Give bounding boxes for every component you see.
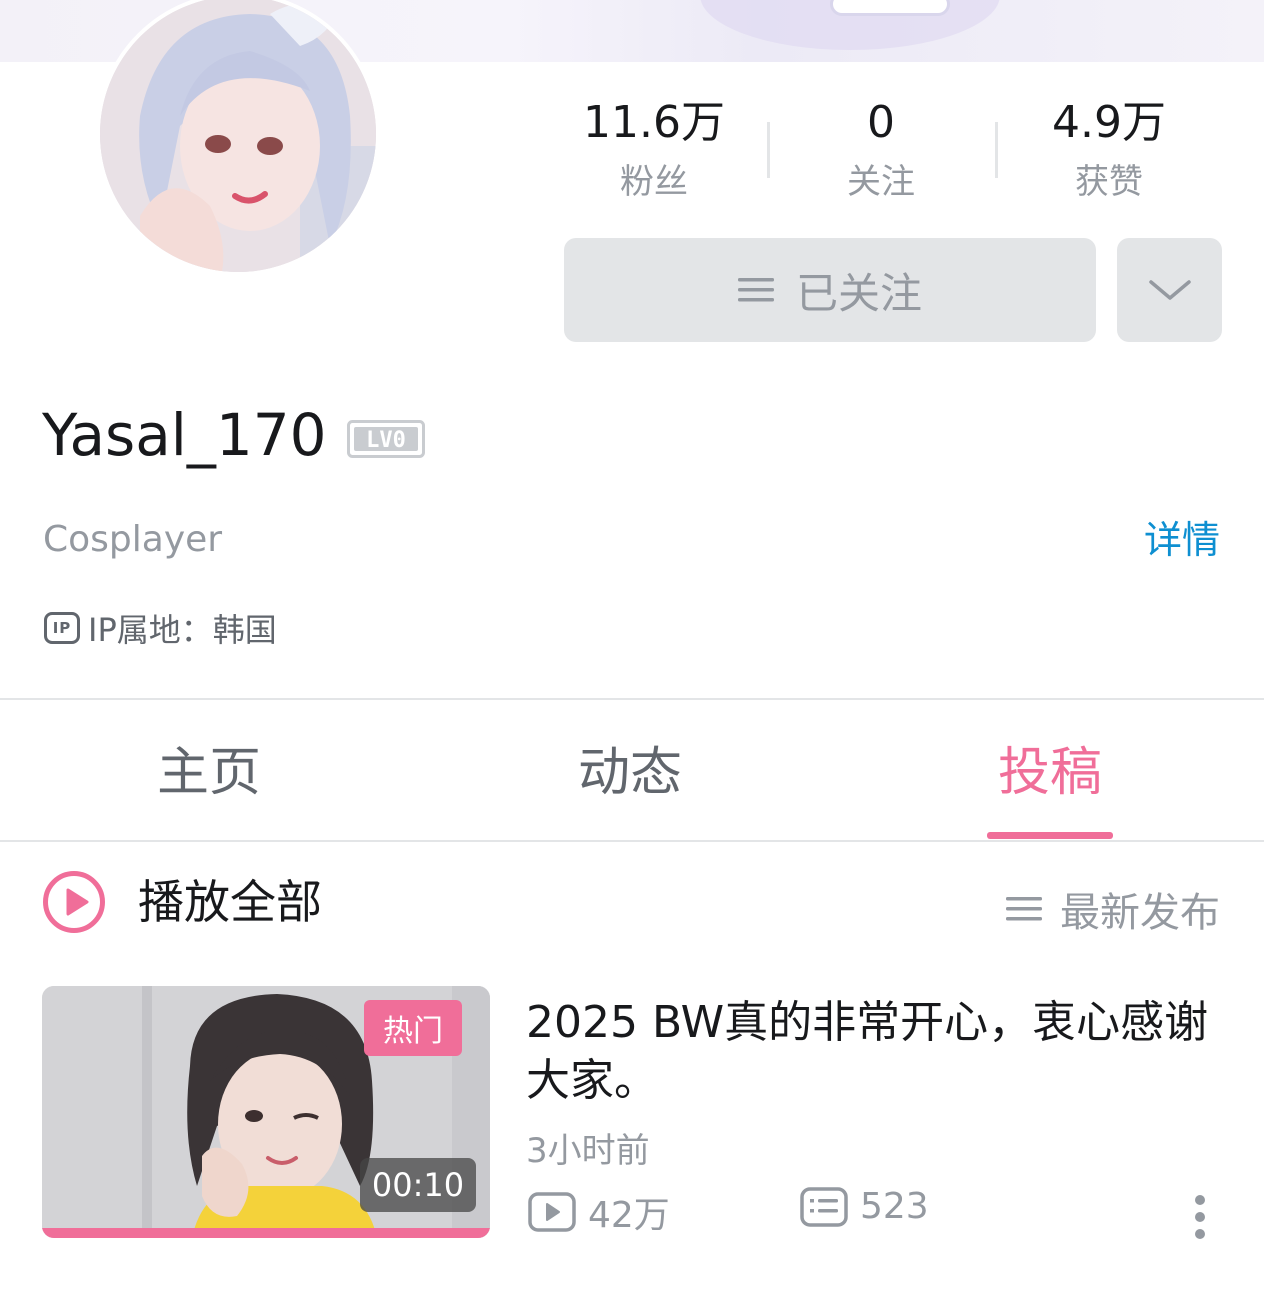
- followers-label: 粉丝: [620, 162, 688, 202]
- ip-location-row: IP IP属地：韩国: [44, 605, 277, 651]
- tabs-divider: [0, 840, 1264, 842]
- level-text: LV0: [366, 428, 406, 453]
- video-title[interactable]: 2025 BW真的非常开心，衷心感谢大家。: [526, 994, 1226, 1110]
- tab-home[interactable]: 主页: [89, 738, 329, 808]
- bio-text: Cosplayer: [43, 519, 223, 560]
- view-count: 42万: [528, 1186, 670, 1238]
- play-count-icon: [528, 1192, 576, 1232]
- followed-button[interactable]: 已关注: [564, 238, 1096, 342]
- video-thumbnail[interactable]: 热门 00:10: [42, 986, 490, 1238]
- watch-progress-bar: [42, 1228, 490, 1238]
- stat-likes[interactable]: 4.9万 获赞: [1009, 96, 1209, 206]
- ip-location-text: IP属地：韩国: [88, 611, 277, 649]
- tab-dynamics[interactable]: 动态: [510, 738, 750, 808]
- likes-count: 4.9万: [1052, 97, 1166, 148]
- menu-lines-icon: [737, 278, 774, 302]
- profile-page: 11.6万 粉丝 0 关注 4.9万 获赞 已关注 Yasal_170 LV0 …: [0, 0, 1264, 1289]
- username: Yasal_170: [42, 401, 327, 469]
- following-label: 关注: [847, 162, 915, 202]
- likes-label: 获赞: [1075, 162, 1143, 202]
- video-duration: 00:10: [360, 1158, 476, 1212]
- detail-link[interactable]: 详情: [1144, 516, 1220, 564]
- avatar[interactable]: [96, 0, 380, 276]
- stat-divider: [995, 122, 998, 178]
- play-all-icon[interactable]: [42, 870, 106, 934]
- more-vertical-icon[interactable]: [1190, 1192, 1210, 1242]
- active-tab-indicator: [987, 832, 1113, 839]
- chevron-down-icon: [1148, 280, 1191, 300]
- ip-icon: IP: [44, 612, 80, 644]
- following-count: 0: [867, 97, 895, 148]
- sort-label: 最新发布: [1060, 890, 1220, 936]
- stat-followers[interactable]: 11.6万 粉丝: [554, 96, 754, 206]
- more-options-button[interactable]: [1117, 238, 1222, 342]
- section-divider: [0, 698, 1264, 700]
- sort-button[interactable]: 最新发布: [1006, 880, 1220, 938]
- stat-following[interactable]: 0 关注: [781, 96, 981, 206]
- view-count-text: 42万: [588, 1195, 670, 1236]
- stat-divider: [767, 122, 770, 178]
- avatar-image: [100, 0, 376, 272]
- sort-lines-icon: [1006, 897, 1042, 921]
- comment-count: 523: [800, 1186, 929, 1227]
- followed-button-label: 已关注: [795, 268, 922, 318]
- hot-badge: 热门: [364, 1000, 462, 1056]
- followers-count: 11.6万: [583, 97, 725, 148]
- comment-count-text: 523: [860, 1186, 929, 1227]
- comment-icon: [800, 1186, 848, 1227]
- tab-uploads[interactable]: 投稿: [930, 738, 1170, 808]
- play-all-button[interactable]: 播放全部: [138, 872, 322, 932]
- video-publish-time: 3小时前: [526, 1131, 650, 1171]
- level-badge: LV0: [347, 420, 425, 458]
